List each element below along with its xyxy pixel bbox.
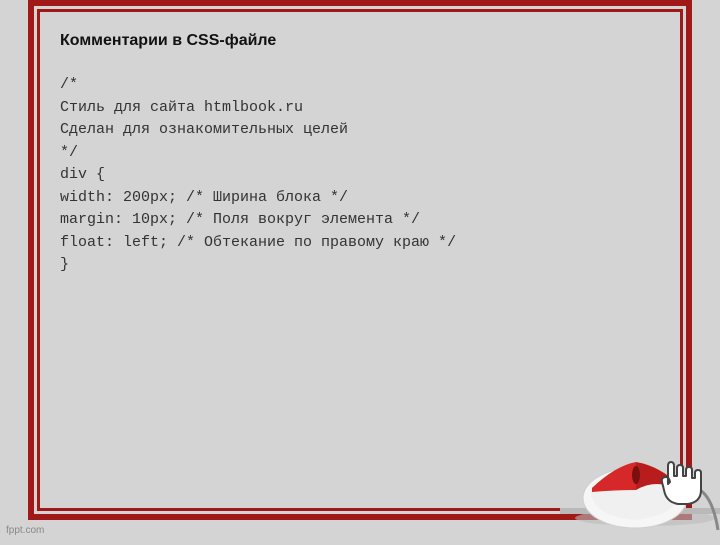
code-line: /* [60, 74, 680, 97]
code-line: */ [60, 142, 680, 165]
code-line: Стиль для сайта htmlbook.ru [60, 97, 680, 120]
code-block: /* Стиль для сайта htmlbook.ru Сделан дл… [60, 74, 680, 277]
code-line: margin: 10px; /* Поля вокруг элемента */ [60, 209, 680, 232]
watermark: fppt.com [6, 525, 44, 536]
code-line: div { [60, 164, 680, 187]
code-line: float: left; /* Обтекание по правому кра… [60, 232, 680, 255]
mouse-cursor-illustration [560, 420, 720, 540]
code-line: Сделан для ознакомительных целей [60, 119, 680, 142]
code-line: width: 200px; /* Ширина блока */ [60, 187, 680, 210]
slide-heading: Комментарии в CSS-файле [60, 32, 680, 50]
slide-content: Комментарии в CSS-файле /* Стиль для сай… [60, 32, 680, 277]
code-line: } [60, 254, 680, 277]
